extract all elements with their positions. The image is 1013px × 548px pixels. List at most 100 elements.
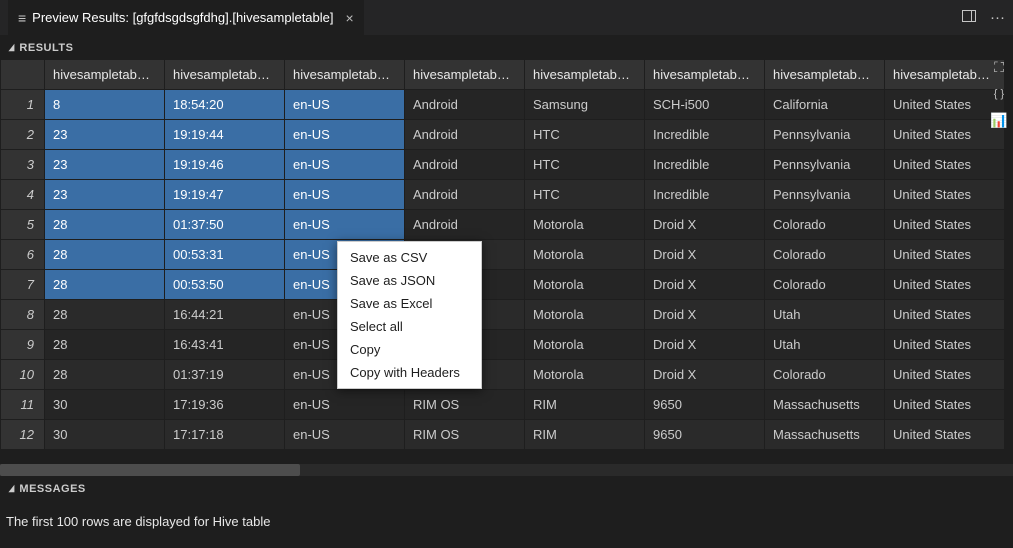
row-number[interactable]: 6 <box>1 240 45 270</box>
cell[interactable]: 28 <box>45 300 165 330</box>
context-menu-item[interactable]: Save as CSV <box>338 246 481 269</box>
column-header[interactable]: hivesampletab… <box>285 60 405 90</box>
cell[interactable]: 30 <box>45 390 165 420</box>
table-row[interactable]: 92816:43:41en-USAndroidMotorolaDroid XUt… <box>1 330 1005 360</box>
context-menu-item[interactable]: Copy with Headers <box>338 361 481 384</box>
messages-section-header[interactable]: ◢ MESSAGES <box>0 476 1013 500</box>
cell[interactable]: United States <box>885 390 1005 420</box>
cell[interactable]: RIM OS <box>405 420 525 450</box>
cell[interactable]: Droid X <box>645 270 765 300</box>
cell[interactable]: 17:19:36 <box>165 390 285 420</box>
table-row[interactable]: 22319:19:44en-USAndroidHTCIncrediblePenn… <box>1 120 1005 150</box>
cell[interactable]: United States <box>885 210 1005 240</box>
row-number[interactable]: 11 <box>1 390 45 420</box>
cell[interactable]: Droid X <box>645 360 765 390</box>
cell[interactable]: Motorola <box>525 240 645 270</box>
cell[interactable]: 00:53:50 <box>165 270 285 300</box>
cell[interactable]: United States <box>885 270 1005 300</box>
row-number[interactable]: 12 <box>1 420 45 450</box>
cell[interactable]: United States <box>885 360 1005 390</box>
cell[interactable]: United States <box>885 150 1005 180</box>
column-header[interactable]: hivesampletab… <box>165 60 285 90</box>
cell[interactable]: Pennsylvania <box>765 150 885 180</box>
cell[interactable]: SCH-i500 <box>645 90 765 120</box>
cell[interactable]: 01:37:50 <box>165 210 285 240</box>
row-number[interactable]: 7 <box>1 270 45 300</box>
table-row[interactable]: 62800:53:31en-USAndroidMotorolaDroid XCo… <box>1 240 1005 270</box>
table-row[interactable]: 72800:53:50en-USAndroidMotorolaDroid XCo… <box>1 270 1005 300</box>
horizontal-scrollbar[interactable] <box>0 464 1013 476</box>
results-section-header[interactable]: ◢ RESULTS <box>0 35 1013 59</box>
context-menu-item[interactable]: Copy <box>338 338 481 361</box>
row-number[interactable]: 4 <box>1 180 45 210</box>
cell[interactable]: Droid X <box>645 240 765 270</box>
cell[interactable]: Colorado <box>765 240 885 270</box>
horizontal-scrollbar-thumb[interactable] <box>0 464 300 476</box>
cell[interactable]: HTC <box>525 150 645 180</box>
cell[interactable]: Android <box>405 210 525 240</box>
column-header[interactable]: hivesampletab… <box>765 60 885 90</box>
cell[interactable]: 9650 <box>645 420 765 450</box>
cell[interactable]: 28 <box>45 330 165 360</box>
cell[interactable]: United States <box>885 300 1005 330</box>
row-number[interactable]: 8 <box>1 300 45 330</box>
cell[interactable]: Android <box>405 90 525 120</box>
cell[interactable]: Samsung <box>525 90 645 120</box>
cell[interactable]: en-US <box>285 180 405 210</box>
cell[interactable]: Droid X <box>645 300 765 330</box>
cell[interactable]: Droid X <box>645 210 765 240</box>
cell[interactable]: Utah <box>765 330 885 360</box>
cell[interactable]: 23 <box>45 180 165 210</box>
cell[interactable]: 8 <box>45 90 165 120</box>
cell[interactable]: 16:43:41 <box>165 330 285 360</box>
cell[interactable]: HTC <box>525 180 645 210</box>
cell[interactable]: Colorado <box>765 360 885 390</box>
column-header[interactable]: hivesampletab… <box>645 60 765 90</box>
table-row[interactable]: 32319:19:46en-USAndroidHTCIncrediblePenn… <box>1 150 1005 180</box>
cell[interactable]: Motorola <box>525 360 645 390</box>
cell[interactable]: United States <box>885 420 1005 450</box>
cell[interactable]: Android <box>405 120 525 150</box>
context-menu-item[interactable]: Save as Excel <box>338 292 481 315</box>
context-menu-item[interactable]: Select all <box>338 315 481 338</box>
cell[interactable]: en-US <box>285 120 405 150</box>
cell[interactable]: 17:17:18 <box>165 420 285 450</box>
cell[interactable]: 23 <box>45 150 165 180</box>
rownum-header[interactable] <box>1 60 45 90</box>
table-row[interactable]: 82816:44:21en-USAndroidMotorolaDroid XUt… <box>1 300 1005 330</box>
row-number[interactable]: 9 <box>1 330 45 360</box>
cell[interactable]: Massachusetts <box>765 420 885 450</box>
cell[interactable]: 23 <box>45 120 165 150</box>
cell[interactable]: 19:19:44 <box>165 120 285 150</box>
cell[interactable]: California <box>765 90 885 120</box>
cell[interactable]: Incredible <box>645 150 765 180</box>
cell[interactable]: United States <box>885 180 1005 210</box>
cell[interactable]: Motorola <box>525 330 645 360</box>
table-row[interactable]: 1818:54:20en-USAndroidSamsungSCH-i500Cal… <box>1 90 1005 120</box>
table-row[interactable]: 113017:19:36en-USRIM OSRIM9650Massachuse… <box>1 390 1005 420</box>
cell[interactable]: en-US <box>285 90 405 120</box>
cell[interactable]: RIM <box>525 390 645 420</box>
maximize-grid-icon[interactable]: ⛶ <box>994 59 1004 76</box>
cell[interactable]: 28 <box>45 210 165 240</box>
cell[interactable]: en-US <box>285 150 405 180</box>
export-json-icon[interactable]: { } <box>994 88 1004 100</box>
cell[interactable]: 9650 <box>645 390 765 420</box>
cell[interactable]: 28 <box>45 240 165 270</box>
cell[interactable]: Incredible <box>645 120 765 150</box>
cell[interactable]: 01:37:19 <box>165 360 285 390</box>
close-icon[interactable]: × <box>346 10 354 26</box>
cell[interactable]: HTC <box>525 120 645 150</box>
cell[interactable]: 28 <box>45 360 165 390</box>
table-row[interactable]: 102801:37:19en-USAndroidMotorolaDroid XC… <box>1 360 1005 390</box>
table-row[interactable]: 123017:17:18en-USRIM OSRIM9650Massachuse… <box>1 420 1005 450</box>
column-header[interactable]: hivesampletab… <box>525 60 645 90</box>
cell[interactable]: Pennsylvania <box>765 180 885 210</box>
split-editor-icon[interactable] <box>962 9 976 26</box>
cell[interactable]: en-US <box>285 420 405 450</box>
cell[interactable]: 19:19:46 <box>165 150 285 180</box>
row-number[interactable]: 3 <box>1 150 45 180</box>
cell[interactable]: Droid X <box>645 330 765 360</box>
cell[interactable]: 00:53:31 <box>165 240 285 270</box>
results-grid[interactable]: hivesampletab… hivesampletab… hivesample… <box>0 59 1005 450</box>
